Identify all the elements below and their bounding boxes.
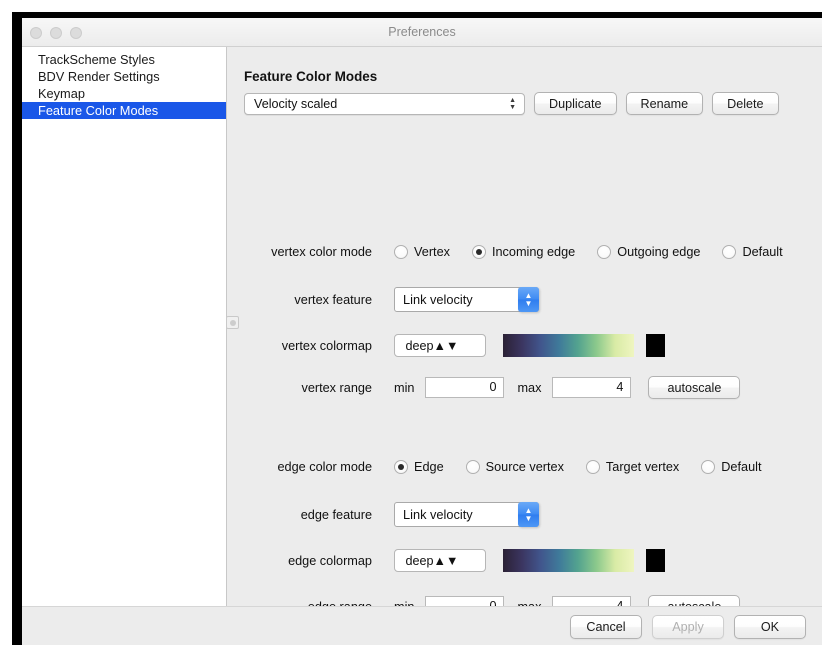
- style-selector-row: Velocity scaled ▲ ▼ Duplicate Rename Dele…: [244, 92, 779, 115]
- radio-icon: [585, 460, 600, 474]
- radio-target-vertex[interactable]: Target vertex: [585, 460, 680, 474]
- radio-vertex-label: Vertex: [414, 245, 450, 259]
- radio-icon: [394, 245, 408, 259]
- radio-icon-selected: [471, 245, 486, 259]
- chevron-updown-icon[interactable]: ▲ ▼: [518, 502, 539, 527]
- feature-color-modes-panel: Feature Color Modes Velocity scaled ▲ ▼ D…: [227, 47, 822, 618]
- ok-button[interactable]: OK: [734, 615, 806, 639]
- edge-color-mode-row: edge color mode Edge Source vertex Targe…: [227, 460, 761, 474]
- vertex-color-mode-row: vertex color mode Vertex Incoming edge O…: [227, 245, 783, 259]
- radio-source-vertex-label: Source vertex: [485, 460, 564, 474]
- footer-buttons: Cancel Apply OK: [570, 615, 806, 639]
- radio-edge-default[interactable]: Default: [701, 460, 761, 474]
- edge-colormap-na-swatch: [646, 549, 665, 572]
- vertex-colormap-label: vertex colormap: [281, 338, 372, 353]
- vertex-color-mode-label: vertex color mode: [271, 245, 372, 259]
- color-mode-select[interactable]: Velocity scaled ▲ ▼: [244, 92, 525, 115]
- vertex-range-row: vertex range min 0 max 4 autoscale: [227, 376, 741, 399]
- radio-icon: [722, 245, 737, 259]
- split-pane: TrackScheme Styles BDV Render Settings K…: [22, 47, 822, 618]
- color-mode-select-value: Velocity scaled: [254, 96, 338, 111]
- radio-outgoing-edge[interactable]: Outgoing edge: [597, 245, 700, 259]
- edge-colormap-select[interactable]: deep ▲▼: [394, 549, 486, 572]
- vertex-min-label: min: [394, 380, 415, 395]
- radio-incoming-edge[interactable]: Incoming edge: [471, 245, 576, 259]
- cancel-button[interactable]: Cancel: [570, 615, 642, 639]
- radio-source-vertex[interactable]: Source vertex: [465, 460, 564, 474]
- vertex-feature-select[interactable]: Link velocity ▲ ▼: [394, 287, 539, 312]
- edge-feature-label: edge feature: [300, 507, 372, 522]
- split-divider-handle[interactable]: [226, 316, 239, 329]
- radio-icon: [465, 460, 480, 474]
- chevron-updown-icon: ▲▼: [433, 553, 459, 568]
- edge-color-mode-label: edge color mode: [277, 460, 372, 474]
- radio-edge-default-label: Default: [721, 460, 762, 474]
- chevron-updown-icon: ▲▼: [433, 338, 459, 353]
- radio-icon-selected: [394, 460, 408, 474]
- vertex-min-input[interactable]: 0: [425, 377, 505, 398]
- duplicate-button[interactable]: Duplicate: [534, 92, 617, 115]
- vertex-feature-row: vertex feature Link velocity ▲ ▼: [227, 287, 539, 312]
- radio-icon: [701, 460, 716, 474]
- delete-button[interactable]: Delete: [712, 92, 779, 115]
- radio-edge-label: Edge: [414, 460, 444, 474]
- radio-target-vertex-label: Target vertex: [605, 460, 680, 474]
- radio-outgoing-edge-label: Outgoing edge: [617, 245, 701, 259]
- radio-vertex-default-label: Default: [742, 245, 783, 259]
- apply-button[interactable]: Apply: [652, 615, 724, 639]
- edge-colormap-preview: [503, 549, 634, 572]
- title-bar: Preferences: [22, 18, 822, 47]
- vertex-feature-select-value: Link velocity: [403, 292, 473, 307]
- radio-incoming-edge-label: Incoming edge: [491, 245, 576, 259]
- vertex-colormap-select[interactable]: deep ▲▼: [394, 334, 486, 357]
- edge-colormap-label: edge colormap: [288, 553, 372, 568]
- radio-vertex[interactable]: Vertex: [394, 245, 450, 259]
- vertex-color-mode-radio-group: Vertex Incoming edge Outgoing edge Defau…: [394, 245, 783, 259]
- edge-feature-select[interactable]: Link velocity ▲ ▼: [394, 502, 539, 527]
- radio-edge[interactable]: Edge: [394, 460, 444, 474]
- vertex-autoscale-button[interactable]: autoscale: [648, 376, 741, 399]
- window-title: Preferences: [388, 25, 456, 39]
- vertex-max-input[interactable]: 4: [552, 377, 632, 398]
- radio-icon: [597, 245, 612, 259]
- edge-feature-select-value: Link velocity: [403, 507, 473, 522]
- vertex-colormap-na-swatch: [646, 334, 665, 357]
- vertex-colormap-select-value: deep: [405, 338, 434, 353]
- sidebar-item-bdv-render-settings[interactable]: BDV Render Settings: [22, 68, 226, 85]
- rename-button[interactable]: Rename: [625, 92, 704, 115]
- vertex-max-label: max: [517, 380, 542, 395]
- dialog-footer: Cancel Apply OK: [22, 606, 822, 645]
- chevron-updown-icon: ▲▼: [509, 96, 516, 111]
- vertex-feature-label: vertex feature: [294, 292, 372, 307]
- sidebar-item-feature-color-modes[interactable]: Feature Color Modes: [22, 102, 226, 119]
- edge-colormap-select-value: deep: [405, 553, 434, 568]
- edge-colormap-row: edge colormap deep ▲▼: [227, 549, 665, 572]
- chevron-updown-icon[interactable]: ▲ ▼: [518, 287, 539, 312]
- edge-feature-row: edge feature Link velocity ▲ ▼: [227, 502, 539, 527]
- sidebar-item-trackscheme-styles[interactable]: TrackScheme Styles: [22, 51, 226, 68]
- settings-sidebar: TrackScheme Styles BDV Render Settings K…: [22, 47, 227, 606]
- vertex-colormap-preview: [503, 334, 634, 357]
- edge-color-mode-radio-group: Edge Source vertex Target vertex Default: [394, 460, 761, 474]
- preferences-window: Preferences TrackScheme Styles BDV Rende…: [12, 12, 822, 645]
- vertex-range-label: vertex range: [301, 380, 372, 395]
- sidebar-item-keymap[interactable]: Keymap: [22, 85, 226, 102]
- radio-vertex-default[interactable]: Default: [722, 245, 783, 259]
- page-title: Feature Color Modes: [244, 69, 378, 84]
- window-content: Preferences TrackScheme Styles BDV Rende…: [22, 18, 822, 645]
- vertex-colormap-row: vertex colormap deep ▲▼: [227, 334, 665, 357]
